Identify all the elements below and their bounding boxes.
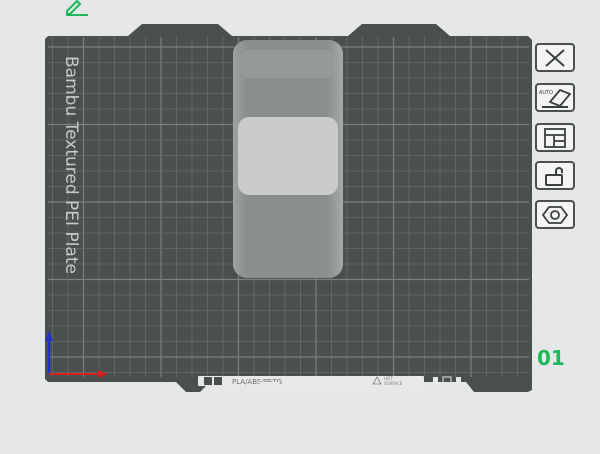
build-plate-canvas[interactable]: PLA/ABS/PETG HOT SURFACE Bambu Textured …: [0, 0, 600, 454]
model-object[interactable]: [233, 40, 343, 278]
arrange-button[interactable]: [535, 123, 575, 152]
close-plate-button[interactable]: [535, 43, 575, 72]
bin-icon-2: [456, 377, 461, 384]
auto-orient-icon: AUTO: [539, 88, 572, 108]
bin-icon: [433, 377, 438, 384]
plate-number: 01: [537, 346, 565, 370]
edit-pencil-icon[interactable]: [64, 0, 90, 16]
close-icon: [545, 48, 565, 67]
unlock-icon: [545, 166, 563, 186]
plate-name: Bambu Textured PEI Plate: [61, 56, 81, 274]
hot-surface-label-2: SURFACE: [384, 381, 403, 386]
plate-label-strip: PLA/ABS/PETG HOT SURFACE: [198, 376, 461, 387]
auto-orient-button[interactable]: AUTO: [535, 83, 575, 112]
arrange-icon: [544, 127, 566, 148]
3d-viewport[interactable]: PLA/ABS/PETG HOT SURFACE Bambu Textured …: [0, 0, 600, 454]
plate-tab-mark-1: [257, 382, 281, 387]
hex-nut-icon: [541, 205, 569, 224]
lock-plate-button[interactable]: [535, 161, 575, 190]
plate-settings-button[interactable]: [535, 200, 575, 229]
auto-label: AUTO: [539, 90, 553, 96]
